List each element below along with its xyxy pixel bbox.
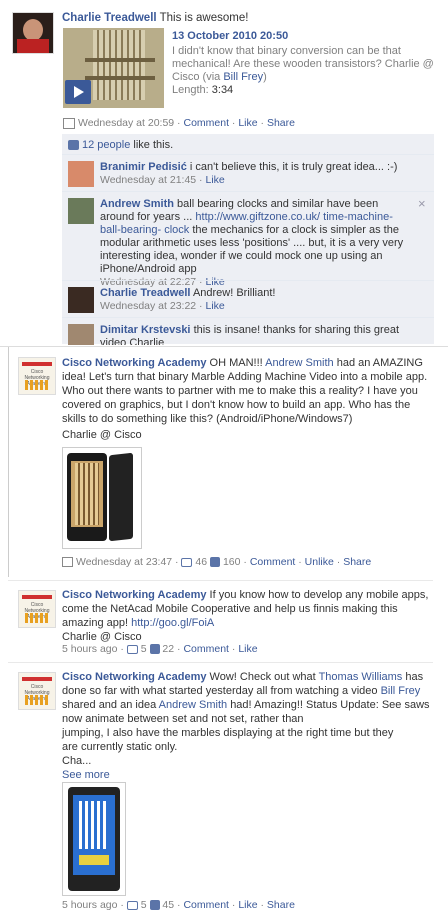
post-author[interactable]: Charlie Treadwell — [62, 12, 157, 24]
comment-button[interactable]: Comment — [250, 556, 296, 568]
post-author[interactable]: Cisco Networking Academy — [62, 671, 206, 683]
avatar[interactable] — [68, 198, 94, 224]
post-author[interactable]: Cisco Networking Academy — [62, 589, 206, 601]
app-screenshot-image[interactable] — [62, 782, 126, 896]
comment-button[interactable]: Comment — [183, 899, 229, 911]
comment-like-button[interactable]: Like — [205, 174, 224, 186]
likes-count-link[interactable]: 12 people — [82, 139, 130, 151]
mention-link[interactable]: Thomas Williams — [319, 671, 403, 683]
left-border — [8, 347, 9, 577]
see-more-link[interactable]: See more — [62, 769, 110, 781]
share-button[interactable]: Share — [343, 556, 371, 568]
avatar[interactable]: Cisco Networking Academy — [18, 672, 56, 710]
post-link[interactable]: http://goo.gl/FoiA — [131, 617, 214, 629]
post-message-c: shared and an idea — [62, 699, 157, 711]
phone-image[interactable] — [62, 447, 142, 549]
comments-count[interactable]: 46 — [195, 556, 207, 568]
comment-author[interactable]: Charlie Treadwell — [100, 287, 190, 299]
comment-icon — [126, 900, 138, 910]
comment-author[interactable]: Branimir Pedisić — [100, 161, 187, 173]
status-icon — [62, 557, 73, 568]
comment-item: Andrew Smith ball bearing clocks and sim… — [62, 191, 434, 288]
post-time[interactable]: 5 hours ago — [62, 899, 117, 911]
comment-like-button[interactable]: Like — [205, 300, 224, 312]
comments-box: 12 people like this. Branimir Pedisić i … — [62, 134, 434, 345]
comment-text: i can't believe this, it is truly great … — [189, 161, 398, 173]
thumbs-up-icon — [68, 140, 79, 151]
thumbs-up-icon — [210, 557, 221, 568]
via-close: ) — [263, 71, 267, 83]
video-length: 3:34 — [211, 84, 234, 96]
post-time[interactable]: Wednesday at 20:59 — [78, 117, 174, 129]
comment-icon — [126, 644, 138, 654]
comment-item: Dimitar Krstevski this is insane! thanks… — [62, 317, 434, 345]
post-time[interactable]: 5 hours ago — [62, 643, 117, 655]
comment-item: Charlie Treadwell Andrew! Brilliant! Wed… — [62, 280, 434, 317]
mention-link[interactable]: Andrew Smith — [159, 699, 227, 711]
post-message: Wow! Check out what — [209, 671, 316, 683]
post-signature: Charlie @ Cisco — [62, 631, 142, 643]
avatar[interactable] — [68, 161, 94, 187]
like-button[interactable]: Like — [238, 117, 257, 129]
avatar[interactable] — [12, 12, 54, 54]
comment-icon — [181, 557, 193, 567]
post-message: This is awesome! — [159, 12, 249, 24]
comments-count[interactable]: 5 — [141, 899, 147, 911]
likes-count[interactable]: 22 — [162, 643, 174, 655]
post-netacad-2: Cisco Networking Academy Cisco Networkin… — [0, 581, 448, 656]
post-message-g: Cha... — [62, 755, 92, 767]
likes-suffix: like this. — [133, 139, 174, 151]
comment-time[interactable]: Wednesday at 23:22 — [100, 300, 196, 312]
likes-count[interactable]: 45 — [162, 899, 174, 911]
comment-author[interactable]: Dimitar Krstevski — [100, 324, 191, 336]
avatar[interactable]: Cisco Networking Academy — [18, 590, 56, 628]
video-title[interactable]: 13 October 2010 20:50 — [172, 30, 434, 43]
post-signature: Charlie @ Cisco — [62, 429, 142, 441]
post-author[interactable]: Cisco Networking Academy — [62, 357, 206, 369]
post-time[interactable]: Wednesday at 23:47 — [76, 556, 172, 568]
likes-count[interactable]: 160 — [223, 556, 241, 568]
mention-link[interactable]: Bill Frey — [381, 685, 421, 697]
unlike-button[interactable]: Unlike — [305, 556, 334, 568]
video-length-label: Length: — [172, 84, 209, 96]
comment-author[interactable]: Andrew Smith — [100, 198, 174, 210]
comment-button[interactable]: Comment — [183, 643, 229, 655]
post-message: OH MAN!!! — [209, 357, 263, 369]
thumbs-up-icon — [149, 900, 160, 911]
mention-link[interactable]: Andrew Smith — [265, 357, 333, 369]
video-description: I didn't know that binary conversion can… — [172, 45, 434, 83]
like-button[interactable]: Like — [238, 643, 257, 655]
play-icon[interactable] — [65, 80, 91, 104]
avatar[interactable] — [68, 324, 94, 345]
share-button[interactable]: Share — [267, 899, 295, 911]
post-message-f: are currently static only. — [62, 741, 178, 753]
post-message-e: jumping, I also have the marbles display… — [62, 727, 394, 739]
share-button[interactable]: Share — [267, 117, 295, 129]
comment-item: Branimir Pedisić i can't believe this, i… — [62, 154, 434, 191]
thumbs-up-icon — [149, 644, 160, 655]
post-netacad-3: Cisco Networking Academy Cisco Networkin… — [0, 663, 448, 921]
avatar[interactable]: Cisco Networking Academy — [18, 357, 56, 395]
close-icon[interactable]: × — [418, 196, 426, 211]
comment-button[interactable]: Comment — [183, 117, 229, 129]
video-icon — [63, 117, 75, 129]
video-thumbnail[interactable] — [63, 28, 164, 108]
via-link[interactable]: Bill Frey — [223, 71, 263, 83]
post-charlie: Charlie Treadwell This is awesome! 13 Oc… — [0, 0, 448, 345]
avatar[interactable] — [68, 287, 94, 313]
post-netacad-1: Cisco Networking Academy Cisco Networkin… — [0, 347, 448, 577]
comment-time[interactable]: Wednesday at 21:45 — [100, 174, 196, 186]
comment-text: Andrew! Brilliant! — [192, 287, 276, 299]
like-button[interactable]: Like — [238, 899, 257, 911]
comments-count[interactable]: 5 — [141, 643, 147, 655]
